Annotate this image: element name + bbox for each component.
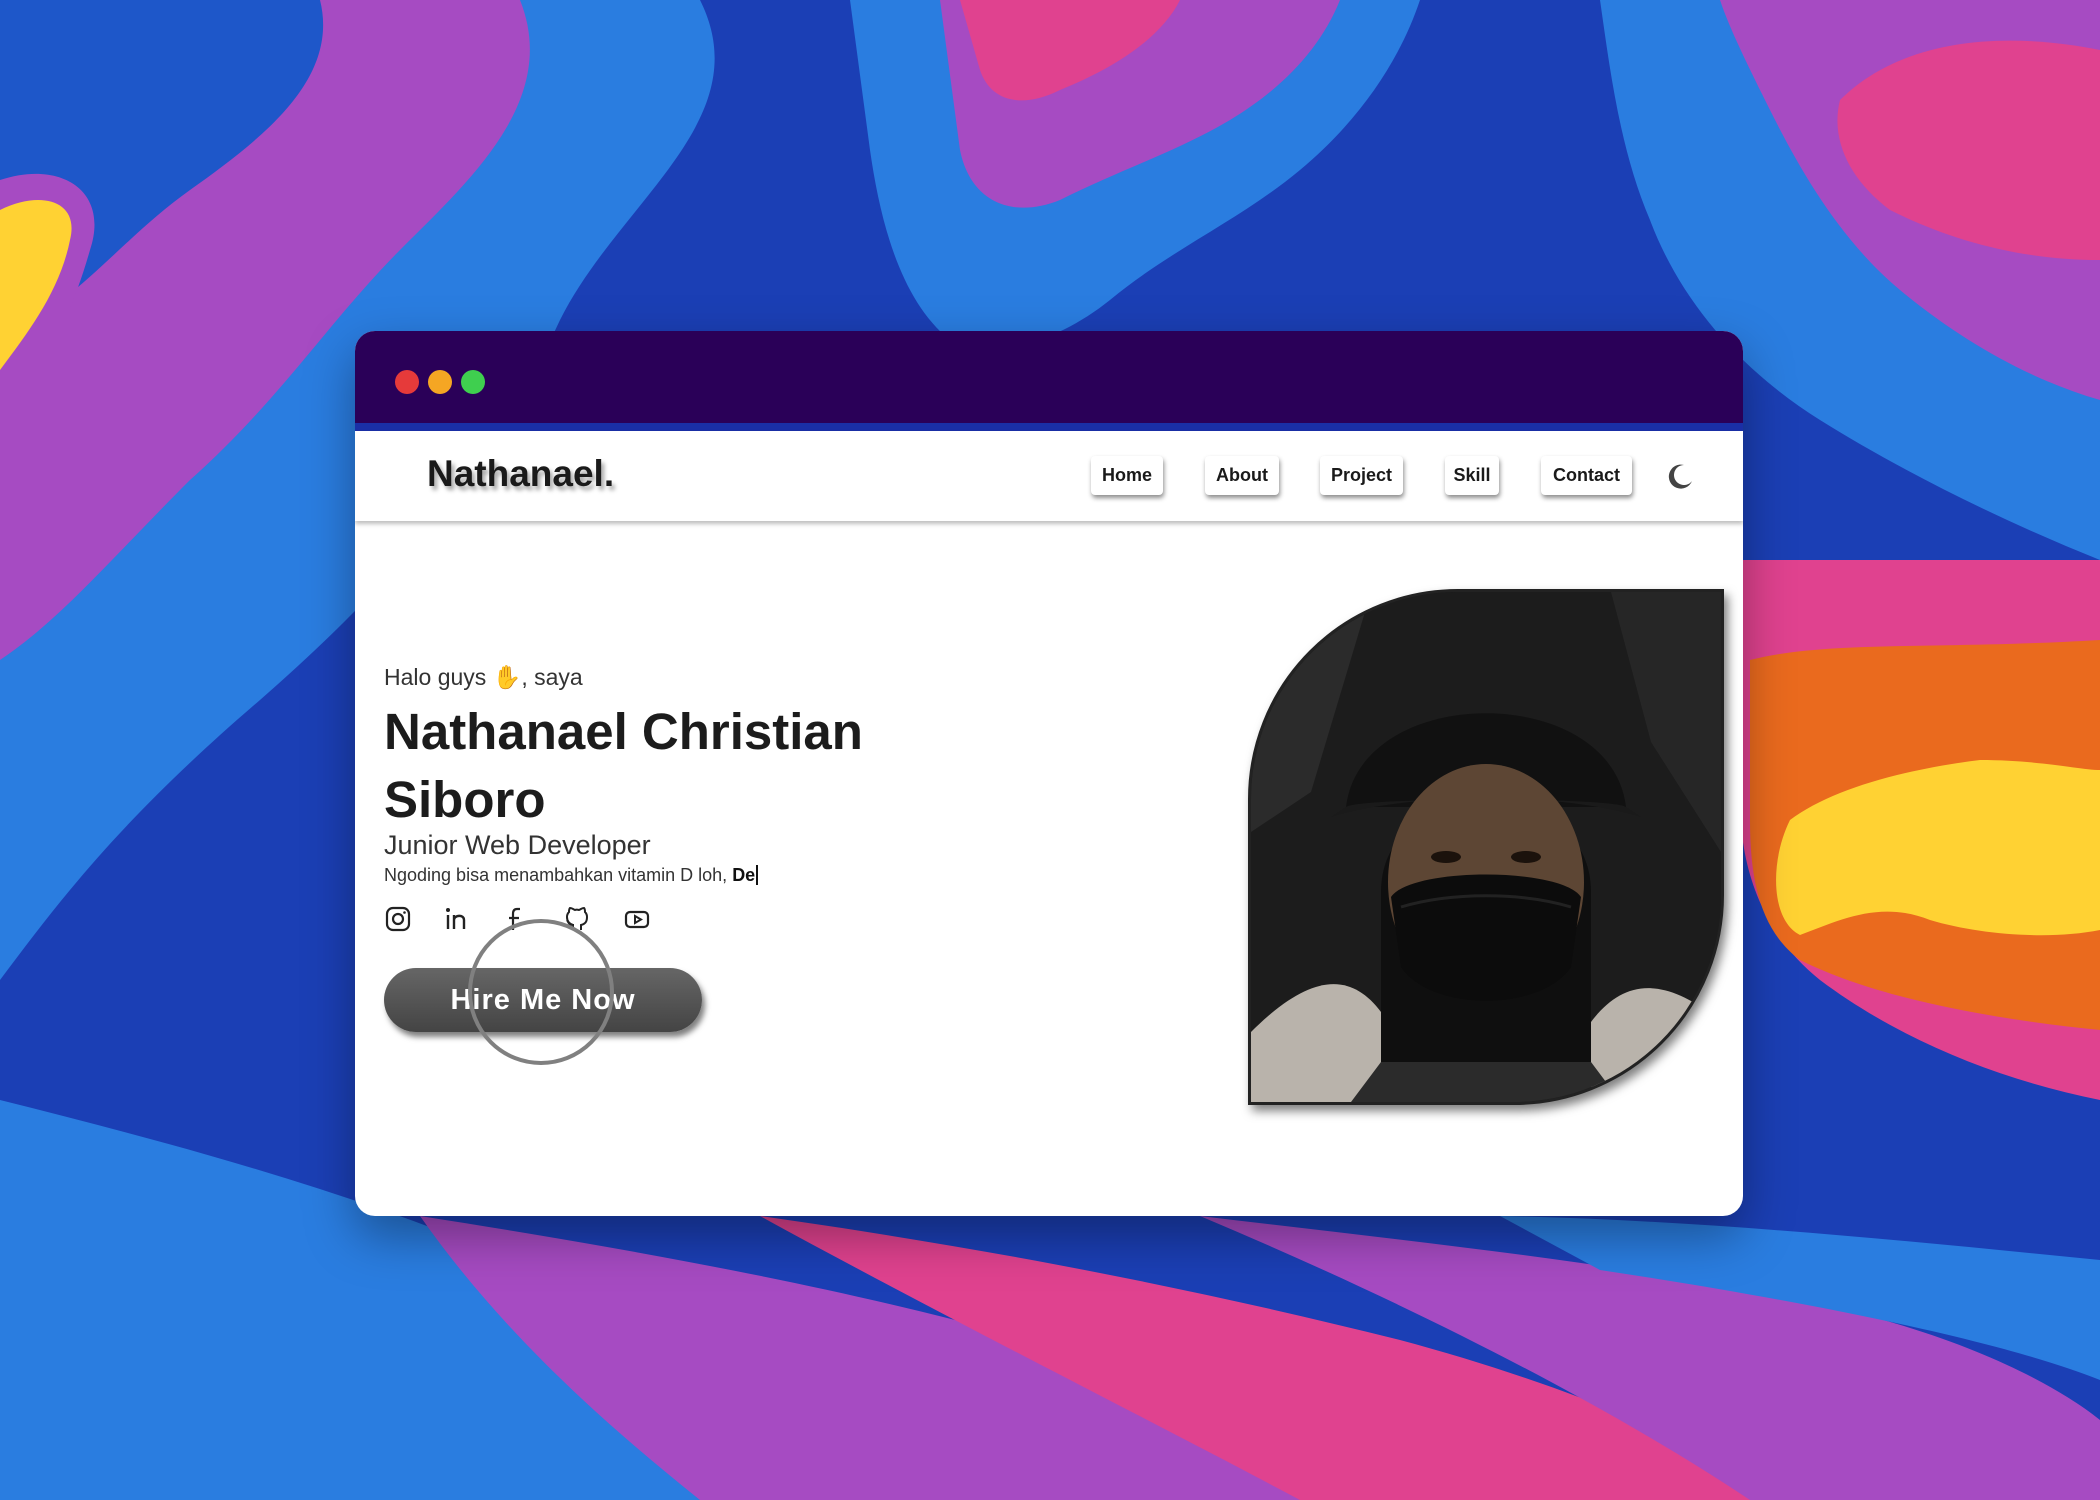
navbar: Nathanael. Home About Project Skill Cont… [355,431,1743,521]
titlebar-divider [355,423,1743,431]
nav-project[interactable]: Project [1320,456,1403,495]
tagline-text: Ngoding bisa menambahkan vitamin D loh, [384,865,733,885]
nav-skill[interactable]: Skill [1445,456,1499,495]
wave-hand-icon: ✋ [492,664,522,690]
youtube-icon[interactable] [623,905,651,933]
facebook-icon[interactable] [503,905,531,933]
brand-logo[interactable]: Nathanael. [427,453,614,495]
maximize-window-button[interactable] [461,370,485,394]
hero-greeting: Halo guys ✋, saya [384,664,583,691]
moon-icon[interactable] [1665,462,1695,492]
linkedin-icon[interactable] [443,905,471,933]
nav-contact[interactable]: Contact [1541,456,1632,495]
hero-name: Nathanael Christian Siboro [384,703,863,828]
browser-window: Nathanael. Home About Project Skill Cont… [355,331,1743,1216]
hire-me-button[interactable]: Hire Me Now [384,968,702,1032]
person-photo-icon [1251,592,1721,1102]
nav-home[interactable]: Home [1091,456,1163,495]
hero-role: Junior Web Developer [384,830,651,860]
close-window-button[interactable] [395,370,419,394]
window-titlebar [355,331,1743,423]
nav-about[interactable]: About [1205,456,1279,495]
minimize-window-button[interactable] [428,370,452,394]
github-icon[interactable] [563,905,591,933]
greeting-suffix: , saya [521,664,583,690]
hero-tagline: Ngoding bisa menambahkan vitamin D loh, … [384,865,759,886]
instagram-icon[interactable] [384,905,412,933]
tagline-typed-text: De [732,865,759,885]
greeting-prefix: Halo guys [384,664,493,690]
profile-photo [1248,589,1724,1105]
